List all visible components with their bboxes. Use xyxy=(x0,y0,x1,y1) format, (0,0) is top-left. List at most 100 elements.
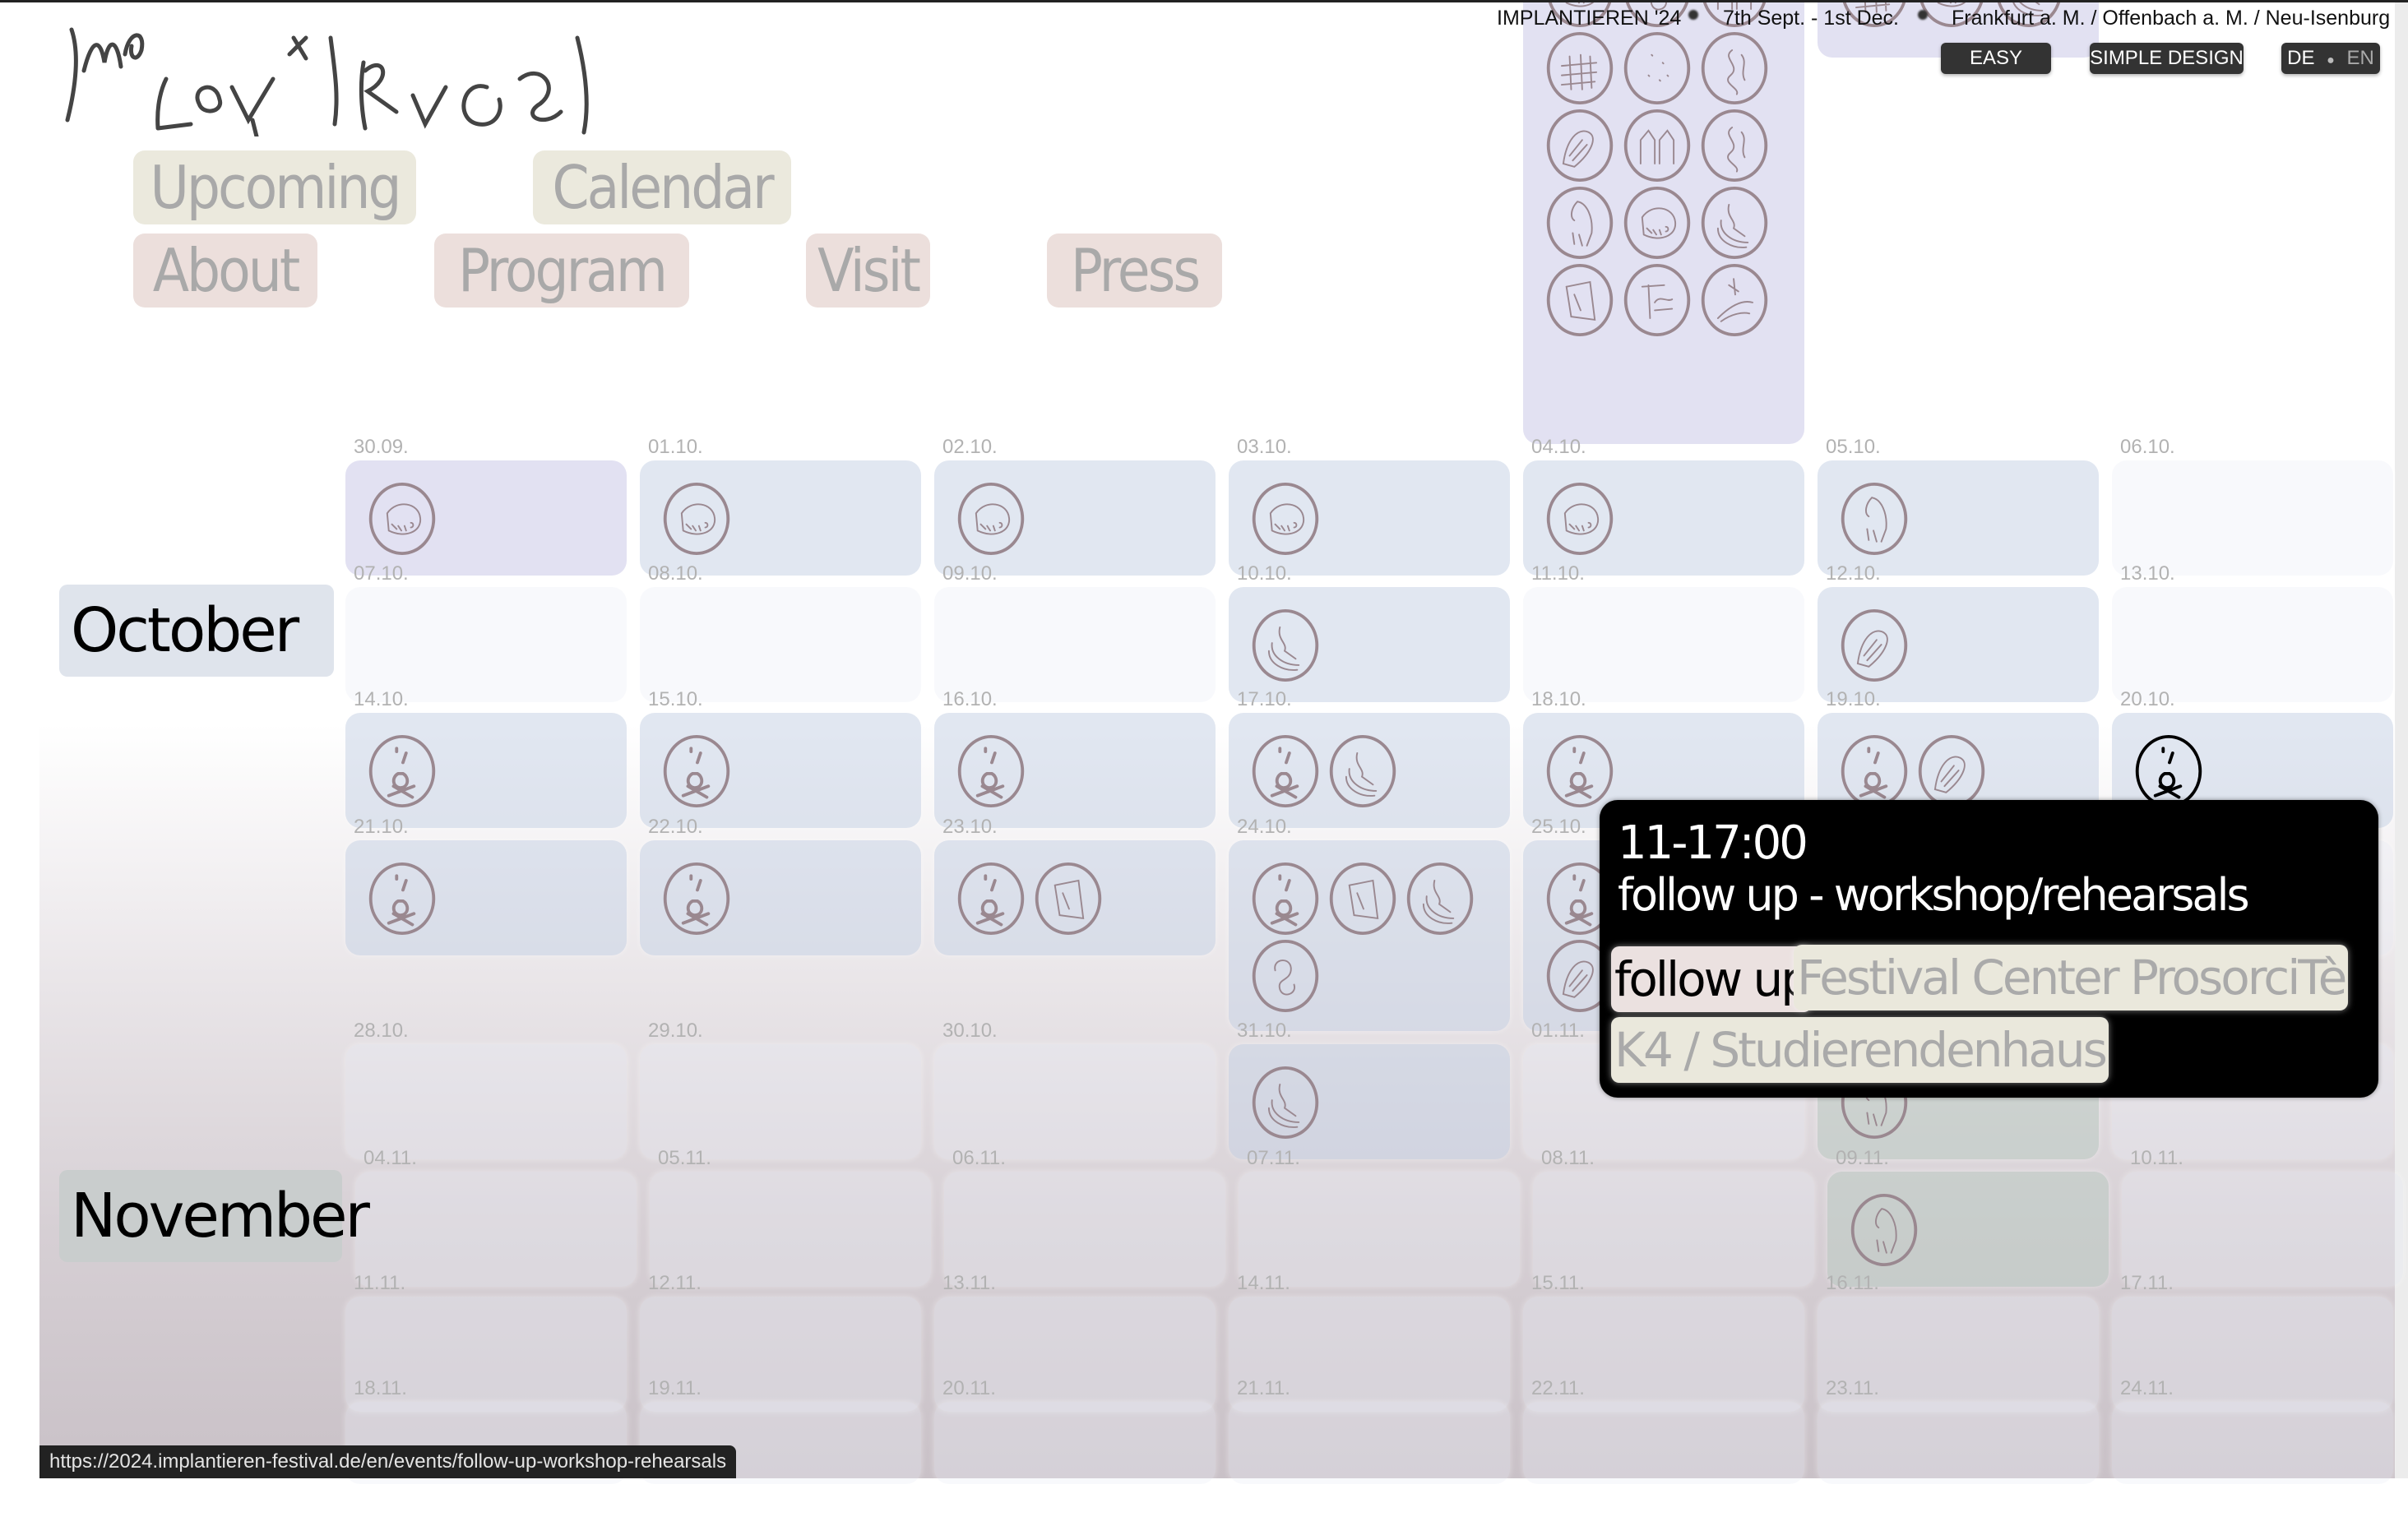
day-date-label: 04.10. xyxy=(1531,436,1586,458)
face-icon[interactable] xyxy=(660,862,734,936)
hand-icon[interactable] xyxy=(1837,482,1911,556)
day-date-label: 16.10. xyxy=(942,688,998,710)
festival-name: IMPLANTIEREN '24 xyxy=(1497,7,1682,30)
day-date-label: 21.11. xyxy=(1237,1377,1290,1399)
day-date-label: 11.11. xyxy=(354,1272,406,1294)
grid-icon[interactable] xyxy=(1543,31,1617,105)
face-icon[interactable] xyxy=(365,734,439,808)
day-box xyxy=(650,1172,931,1287)
day-date-label: 23.10. xyxy=(942,816,998,838)
lang-separator-dot: ● xyxy=(2327,53,2335,67)
day-date-label: 01.11. xyxy=(1531,1020,1585,1042)
day-date-label: 25.10. xyxy=(1531,816,1586,838)
houses-icon[interactable] xyxy=(1620,109,1694,183)
separator-dot xyxy=(1688,10,1698,20)
fish-icon[interactable] xyxy=(660,482,734,556)
easy-read-button[interactable]: EASY READ xyxy=(1941,43,2051,100)
day-date-label: 19.11. xyxy=(648,1377,702,1399)
fish-icon[interactable] xyxy=(365,482,439,556)
face-icon[interactable] xyxy=(660,734,734,808)
nav-press[interactable]: Press xyxy=(1047,234,1222,308)
face-icon[interactable] xyxy=(365,862,439,936)
tent-icon[interactable] xyxy=(1326,862,1400,936)
day-date-label: 07.10. xyxy=(354,562,409,585)
day-date-label: 18.11. xyxy=(354,1377,407,1399)
hand-icon[interactable] xyxy=(1543,186,1617,260)
waves-icon[interactable] xyxy=(1326,734,1400,808)
day-date-label: 03.10. xyxy=(1237,436,1292,458)
day-date-label: 22.10. xyxy=(648,816,703,838)
event-title: follow up - workshop/rehearsals xyxy=(1618,869,2250,921)
day-date-label: 17.10. xyxy=(1237,688,1292,710)
day-date-label: 14.11. xyxy=(1237,1272,1290,1294)
day-date-label: 06.10. xyxy=(2120,436,2175,458)
waves-icon[interactable] xyxy=(1403,862,1477,936)
lang-en[interactable]: EN xyxy=(2347,43,2374,74)
day-box xyxy=(1523,587,1804,702)
nav-calendar[interactable]: Calendar xyxy=(533,150,791,224)
fish-icon[interactable] xyxy=(1248,482,1322,556)
day-box xyxy=(640,587,921,702)
day-date-label: 13.11. xyxy=(942,1272,996,1294)
fish-icon[interactable] xyxy=(1620,186,1694,260)
nav-visit[interactable]: Visit xyxy=(806,234,930,308)
festival-dates: 7th Sept. - 1st Dec. xyxy=(1723,7,1899,30)
separator-dot xyxy=(1918,10,1928,20)
tag-location[interactable]: K4 / Studierendenhaus xyxy=(1611,1017,2109,1083)
heart-icon[interactable] xyxy=(1837,608,1911,682)
event-time: 11-17:00 xyxy=(1618,816,1808,870)
sign-icon[interactable] xyxy=(1620,263,1694,337)
swirl-icon[interactable] xyxy=(1697,109,1771,183)
tag-venue[interactable]: Festival Center ProsorciTè xyxy=(1794,945,2349,1010)
day-date-label: 21.10. xyxy=(354,816,409,838)
lang-de[interactable]: DE xyxy=(2287,43,2314,74)
face-icon[interactable] xyxy=(1248,734,1322,808)
fish-icon[interactable] xyxy=(954,482,1028,556)
day-date-label: 12.11. xyxy=(648,1272,702,1294)
fish-icon[interactable] xyxy=(1543,482,1617,556)
day-date-label: 16.11. xyxy=(1826,1272,1879,1294)
heart-icon[interactable] xyxy=(1915,734,1989,808)
face-icon[interactable] xyxy=(1248,862,1322,936)
waves-icon[interactable] xyxy=(1248,608,1322,682)
face-icon[interactable] xyxy=(2132,734,2206,808)
waves-icon[interactable] xyxy=(1248,1066,1322,1140)
language-switch[interactable]: DE ● EN xyxy=(2281,43,2380,74)
nav-about[interactable]: About xyxy=(133,234,317,308)
face-icon[interactable] xyxy=(1837,734,1911,808)
face-icon[interactable] xyxy=(954,862,1028,936)
month-label-october: October xyxy=(59,585,334,677)
nav-program[interactable]: Program xyxy=(434,234,689,308)
waves-icon[interactable] xyxy=(1697,186,1771,260)
face-icon[interactable] xyxy=(1543,734,1617,808)
day-date-label: 17.11. xyxy=(2120,1272,2174,1294)
nav-upcoming[interactable]: Upcoming xyxy=(133,150,416,224)
day-date-label: 08.11. xyxy=(1541,1147,1595,1169)
tent-icon[interactable] xyxy=(1031,862,1105,936)
day-box xyxy=(934,1402,1216,1484)
day-date-label: 29.10. xyxy=(648,1020,703,1042)
day-date-label: 19.10. xyxy=(1826,688,1881,710)
festival-locations: Frankfurt a. M. / Offenbach a. M. / Neu-… xyxy=(1952,7,2391,30)
simple-design-button[interactable]: SIMPLE DESIGN xyxy=(2090,43,2244,74)
day-box xyxy=(934,587,1216,702)
dots-icon[interactable] xyxy=(1620,31,1694,105)
implantieren-logo[interactable] xyxy=(59,21,610,136)
face-icon[interactable] xyxy=(954,734,1028,808)
heart-icon[interactable] xyxy=(1543,109,1617,183)
day-date-label: 06.11. xyxy=(952,1147,1006,1169)
tent-icon[interactable] xyxy=(1543,263,1617,337)
day-box xyxy=(1533,1172,1814,1287)
day-box xyxy=(2112,1402,2393,1484)
knot-icon[interactable] xyxy=(1248,939,1322,1013)
day-date-label: 31.10. xyxy=(1237,1020,1292,1042)
day-box xyxy=(2112,587,2393,702)
swirl-icon[interactable] xyxy=(1697,31,1771,105)
plant-icon[interactable] xyxy=(1697,263,1771,337)
hand-icon[interactable] xyxy=(1847,1193,1921,1267)
day-box xyxy=(1239,1172,1520,1287)
day-date-label: 15.11. xyxy=(1531,1272,1585,1294)
tag-category[interactable]: follow up xyxy=(1611,946,1813,1012)
day-date-label: 20.10. xyxy=(2120,688,2175,710)
day-box xyxy=(2112,460,2393,576)
